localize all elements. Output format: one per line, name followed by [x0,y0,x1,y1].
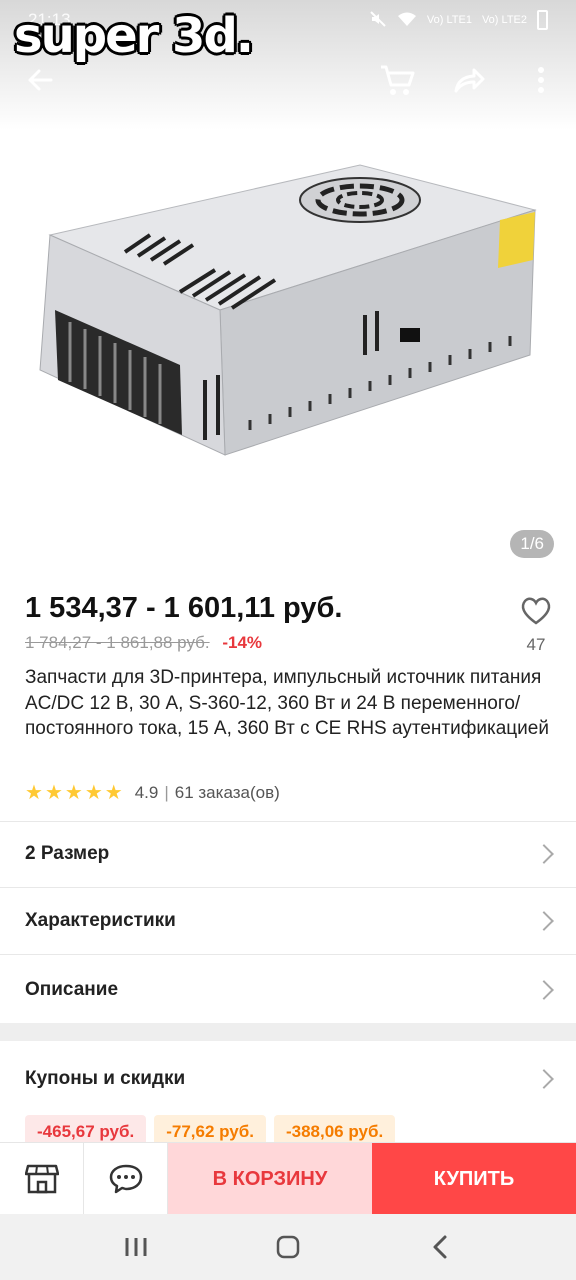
status-indicators: Vo) LTE1 Vo) LTE2 [369,10,548,31]
arrow-left-icon [28,69,53,91]
product-gallery[interactable]: 21:13 Vo) LTE1 Vo) LTE2 super 3d. 1/6 [0,0,576,576]
section-gap [0,1023,576,1041]
size-row-label: 2 Размер [25,843,110,864]
wifi-icon [397,11,417,30]
product-title: Запчасти для 3D-принтера, импульсный ист… [25,667,549,739]
chevron-right-icon [534,1069,554,1089]
battery-icon [537,10,548,30]
sim2-label: Vo) LTE2 [481,14,527,26]
wishlist-count: 47 [526,635,546,654]
chevron-right-icon [534,980,554,1000]
star-icon: ★ [25,782,43,804]
gallery-page-indicator: 1/6 [510,530,554,558]
top-toolbar [0,55,576,105]
product-screen: 21:13 Vo) LTE1 Vo) LTE2 super 3d. 1/6 1 … [0,0,576,1280]
product-image [39,164,537,456]
chat-button[interactable] [84,1143,168,1215]
chevron-left-icon [433,1235,447,1259]
divider [0,954,576,955]
old-price: 1 784,27 - 1 861,88 руб. [25,633,210,652]
size-row[interactable]: 2 Размер [0,821,576,887]
sim1-label: Vo) LTE1 [426,14,472,26]
more-vertical-icon [538,67,544,93]
separator: | [164,783,169,802]
rating-row[interactable]: ★ ★ ★ ★ ★ 4.9 | 61 заказа(ов) [25,780,280,806]
heart-icon [521,597,551,625]
home-button[interactable] [258,1222,318,1272]
star-icon: ★ [44,782,63,804]
specs-row[interactable]: Характеристики [0,888,576,954]
recent-apps-button[interactable] [106,1222,166,1272]
specs-row-label: Характеристики [25,910,176,931]
buy-now-button[interactable]: КУПИТЬ [372,1143,576,1215]
rating-stars: ★ ★ ★ ★ ★ [25,783,123,803]
price-block: 1 534,37 - 1 601,11 руб. 1 784,27 - 1 86… [25,592,555,653]
coupons-row[interactable]: Купоны и скидки [0,1046,576,1112]
store-icon [24,1164,59,1194]
share-icon [454,68,485,93]
chat-icon [109,1164,142,1194]
wishlist-button[interactable]: 47 [516,596,556,655]
add-to-cart-button[interactable]: В КОРЗИНУ [168,1143,372,1215]
coupons-row-label: Купоны и скидки [25,1068,186,1089]
share-button[interactable] [444,55,494,105]
recent-apps-icon [125,1238,147,1256]
back-button[interactable] [15,55,65,105]
rating-value: 4.9 [134,783,159,802]
cart-icon [381,65,415,95]
orders-count: 61 заказа(ов) [174,783,280,802]
store-button[interactable] [0,1143,84,1215]
description-row[interactable]: Описание [0,957,576,1023]
price-range: 1 534,37 - 1 601,11 руб. [25,592,343,624]
mute-icon [369,10,387,31]
chevron-right-icon [534,844,554,864]
star-icon: ★ [64,782,83,804]
star-icon: ★ [104,782,123,804]
star-icon: ★ [84,782,103,804]
chevron-right-icon [534,911,554,931]
system-navigation-bar [0,1214,576,1280]
discount-badge: -14% [222,633,263,652]
old-price-row: 1 784,27 - 1 861,88 руб. -14% [25,633,555,653]
more-button[interactable] [516,55,566,105]
home-icon [276,1235,300,1259]
description-row-label: Описание [25,979,119,1000]
system-back-button[interactable] [410,1222,470,1272]
cart-button[interactable] [372,55,422,105]
bottom-action-bar: В КОРЗИНУ КУПИТЬ [0,1142,576,1215]
